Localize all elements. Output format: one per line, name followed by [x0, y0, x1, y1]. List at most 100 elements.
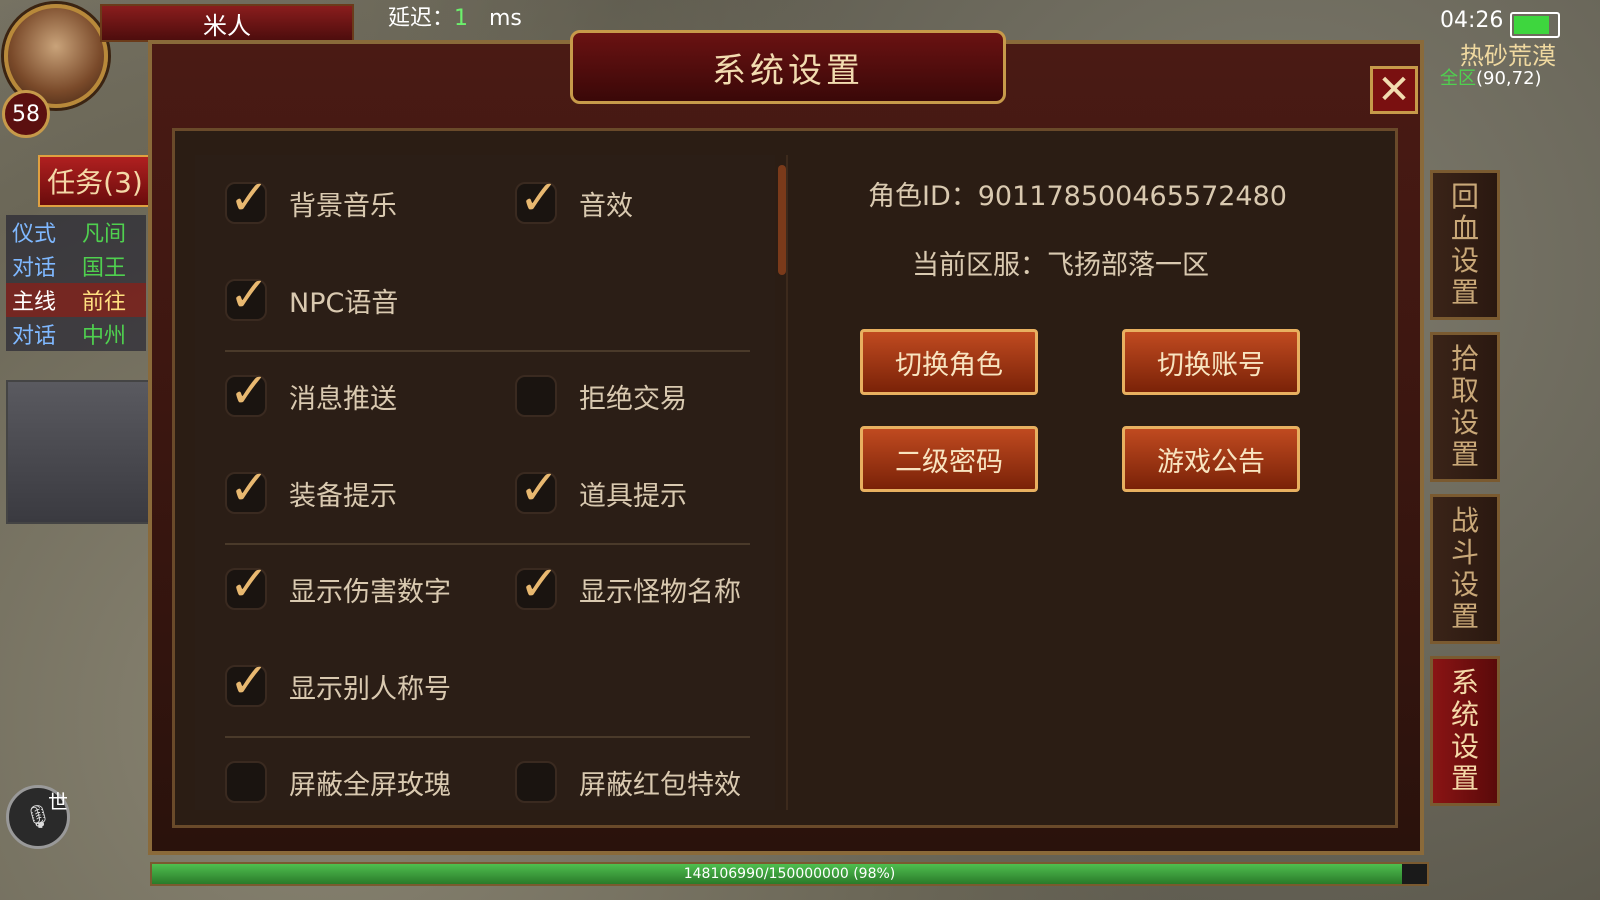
secondary-password-button[interactable]: 二级密码: [860, 426, 1038, 492]
tab-system-settings[interactable]: 系统设置: [1430, 656, 1500, 806]
tab-char: 置: [1450, 276, 1479, 309]
tab-char: 系: [1450, 666, 1479, 699]
quest-desc: 前往: [82, 290, 127, 315]
option-show-monster-names[interactable]: ✓ 显示怪物名称: [515, 558, 741, 610]
checkbox[interactable]: ✓: [225, 172, 269, 224]
quest-tag: 对话: [12, 256, 57, 281]
player-level: 58: [2, 90, 50, 138]
switch-character-button[interactable]: 切换角色: [860, 329, 1038, 395]
checkmark-icon: ✓: [229, 556, 270, 612]
option-label: 道具提示: [579, 480, 687, 512]
tab-char: 战: [1450, 504, 1479, 537]
option-background-music[interactable]: ✓ 背景音乐: [225, 172, 397, 224]
quest-button[interactable]: 任务(3): [38, 155, 152, 207]
experience-bar: 148106990/150000000 (98%): [150, 862, 1429, 886]
tab-char: 设: [1450, 568, 1479, 601]
checkbox[interactable]: [225, 761, 267, 803]
clock: 04:26: [1440, 8, 1504, 33]
quest-tag: 对话: [12, 324, 57, 349]
latency-label: 延迟：: [388, 6, 455, 31]
checkbox[interactable]: ✓: [515, 462, 559, 514]
option-label: 显示怪物名称: [579, 576, 741, 608]
tab-char: 置: [1450, 438, 1479, 471]
option-show-player-titles[interactable]: ✓ 显示别人称号: [225, 655, 451, 707]
experience-text: 148106990/150000000 (98%): [683, 866, 896, 882]
map-coordinates: 全区(90,72): [1440, 64, 1542, 90]
checkbox[interactable]: [515, 761, 557, 803]
latency-unit: ms: [489, 6, 522, 31]
quest-list: 仪式 凡间 对话 国王 主线 前往 对话 中州: [6, 215, 146, 351]
quest-row[interactable]: 对话 中州: [6, 317, 146, 351]
checkbox[interactable]: ✓: [225, 558, 269, 610]
battery-icon: [1510, 12, 1560, 38]
option-sound-effects[interactable]: ✓ 音效: [515, 172, 633, 224]
option-label: 消息推送: [289, 383, 397, 415]
settings-scrollbar[interactable]: [778, 165, 786, 275]
option-label: 拒绝交易: [579, 383, 687, 415]
quest-row[interactable]: 主线 前往: [6, 283, 146, 317]
tab-hp-recovery-settings[interactable]: 回血设置: [1430, 170, 1500, 320]
coords-value: (90,72): [1476, 68, 1542, 89]
option-item-tips[interactable]: ✓ 道具提示: [515, 462, 687, 514]
option-label: 显示伤害数字: [289, 576, 451, 608]
option-block-fullscreen-roses[interactable]: 屏蔽全屏玫瑰: [225, 761, 451, 803]
current-server: 当前区服：飞扬部落一区: [912, 250, 1209, 281]
option-refuse-trade[interactable]: 拒绝交易: [515, 375, 687, 417]
checkbox[interactable]: ✓: [225, 365, 269, 417]
tab-combat-settings[interactable]: 战斗设置: [1430, 494, 1500, 644]
panel-divider: [786, 155, 788, 810]
game-announcement-button[interactable]: 游戏公告: [1122, 426, 1300, 492]
checkbox[interactable]: ✓: [225, 462, 269, 514]
role-id: 角色ID：9011785004655724​80: [868, 181, 1287, 212]
option-label: 背景音乐: [289, 190, 397, 222]
battery-level: [1514, 16, 1550, 34]
checkbox[interactable]: ✓: [225, 269, 269, 321]
checkbox[interactable]: ✓: [515, 558, 559, 610]
option-show-damage-numbers[interactable]: ✓ 显示伤害数字: [225, 558, 451, 610]
tab-char: 取: [1450, 374, 1479, 407]
tab-char: 置: [1450, 762, 1479, 795]
tab-char: 拾: [1450, 342, 1479, 375]
tab-pickup-settings[interactable]: 拾取设置: [1430, 332, 1500, 482]
option-label: 屏蔽红包特效: [579, 769, 741, 801]
dialog-title: 系统设置: [570, 30, 1006, 104]
latency-value: 1: [454, 6, 469, 31]
section-divider: [225, 543, 750, 545]
zone-label: 全区: [1440, 68, 1476, 89]
npc-portrait: [6, 380, 150, 524]
checkbox[interactable]: [515, 375, 557, 417]
tab-char: 置: [1450, 600, 1479, 633]
option-label: 装备提示: [289, 480, 397, 512]
checkmark-icon: ✓: [229, 653, 270, 709]
checkmark-icon: ✓: [229, 170, 270, 226]
player-name: 米人: [100, 4, 354, 42]
tab-char: 设: [1450, 730, 1479, 763]
checkbox[interactable]: ✓: [225, 655, 269, 707]
option-label: 音效: [579, 190, 633, 222]
quest-tag: 主线: [12, 290, 57, 315]
quest-desc: 国王: [82, 256, 127, 281]
option-push-notifications[interactable]: ✓ 消息推送: [225, 365, 397, 417]
tab-char: 血: [1450, 212, 1479, 245]
section-divider: [225, 350, 750, 352]
option-npc-voice[interactable]: ✓ NPC语音: [225, 269, 399, 321]
option-label: NPC语音: [289, 287, 399, 319]
section-divider: [225, 736, 750, 738]
tab-char: 斗: [1450, 536, 1479, 569]
latency-readout: 延迟：1 ms: [388, 0, 522, 32]
option-equipment-tips[interactable]: ✓ 装备提示: [225, 462, 397, 514]
quest-row[interactable]: 仪式 凡间: [6, 215, 146, 249]
quest-desc: 凡间: [82, 222, 127, 247]
switch-account-button[interactable]: 切换账号: [1122, 329, 1300, 395]
checkmark-icon: ✓: [519, 556, 560, 612]
close-icon[interactable]: ✕: [1370, 66, 1418, 114]
tab-char: 设: [1450, 406, 1479, 439]
checkmark-icon: ✓: [519, 170, 560, 226]
tab-char: 设: [1450, 244, 1479, 277]
quest-desc: 中州: [82, 324, 127, 349]
quest-row[interactable]: 对话 国王: [6, 249, 146, 283]
option-block-red-envelope-effects[interactable]: 屏蔽红包特效: [515, 761, 741, 803]
checkbox[interactable]: ✓: [515, 172, 559, 224]
option-label: 显示别人称号: [289, 673, 451, 705]
world-chat-label[interactable]: 世: [48, 786, 68, 815]
